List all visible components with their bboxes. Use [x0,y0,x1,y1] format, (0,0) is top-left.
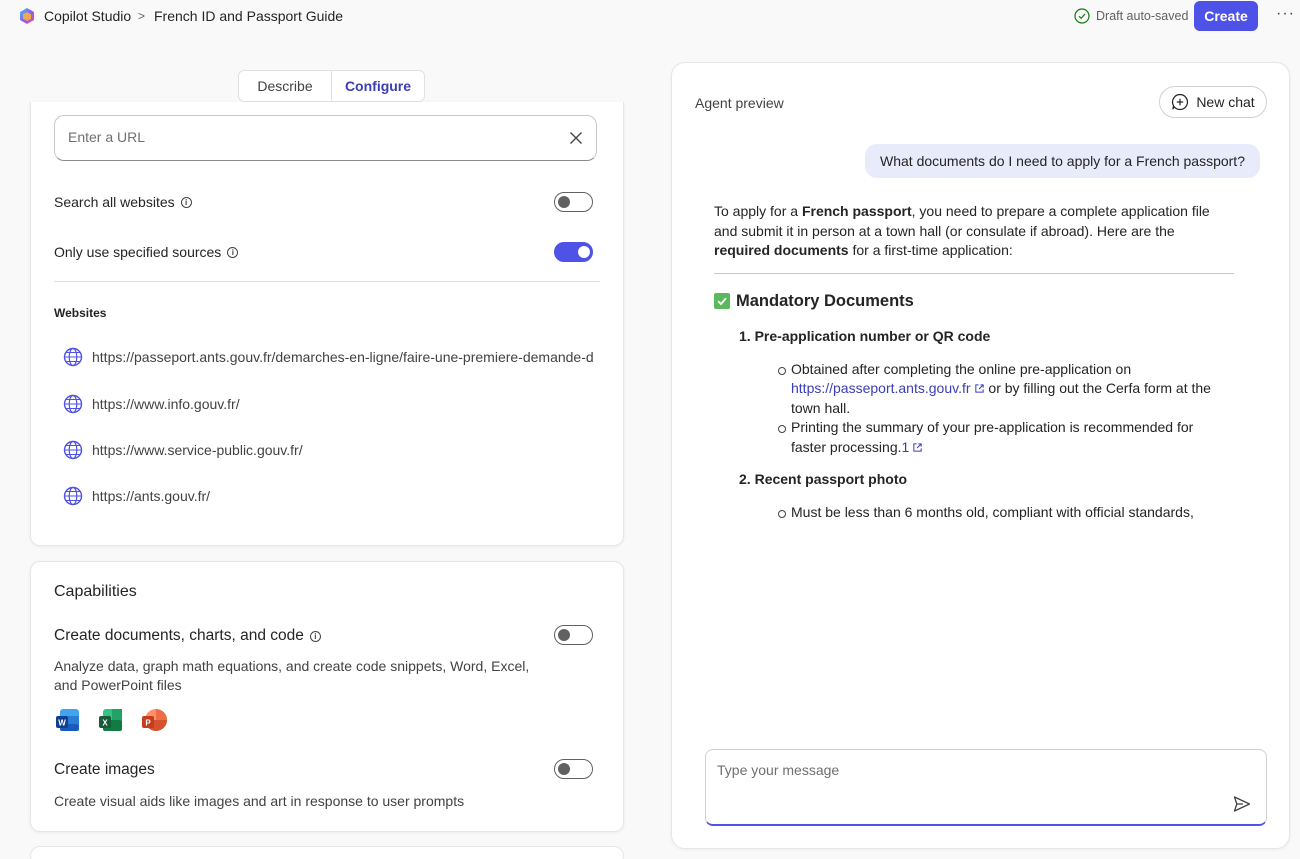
create-documents-label: Create documents, charts, and code [54,627,304,644]
copilot-studio-logo-icon[interactable] [18,7,36,25]
list-bullet: Obtained after completing the online pre… [778,360,1234,419]
excel-icon: X [99,709,122,731]
intro-text: for a first-time application: [848,242,1013,258]
user-message-bubble: What documents do I need to apply for a … [865,144,1260,178]
agent-preview-panel: Agent preview New chat What documents do… [671,62,1290,849]
website-item[interactable]: https://www.service-public.gouv.fr/ [63,440,593,460]
globe-icon [63,440,83,460]
intro-bold: French passport [801,203,912,219]
search-all-websites-label: Search all websites [54,194,175,210]
new-chat-button[interactable]: New chat [1159,86,1267,118]
create-documents-description: Analyze data, graph math equations, and … [54,658,530,693]
citation-link[interactable]: 1 [902,439,924,455]
tab-configure[interactable]: Configure [331,71,424,101]
save-status: Draft auto-saved [1074,8,1188,24]
app-name-link[interactable]: Copilot Studio [44,8,131,24]
website-item[interactable]: https://ants.gouv.fr/ [63,486,593,506]
breadcrumb-chevron-icon: > [138,9,146,23]
create-images-row: Create images [54,761,155,779]
list-bullet: Printing the summary of your pre-applica… [778,418,1234,457]
section-heading: Mandatory Documents [714,292,1234,312]
list-item: 2. Recent passport photo [739,470,1234,490]
url-input[interactable] [68,129,548,145]
website-item[interactable]: https://passeport.ants.gouv.fr/demarches… [63,347,593,367]
only-specified-sources-toggle[interactable] [554,242,593,262]
intro-text: To apply for a [714,203,802,219]
top-bar: Copilot Studio > French ID and Passport … [0,0,1300,34]
info-icon[interactable]: i [180,196,192,208]
globe-icon [63,347,83,367]
new-chat-label: New chat [1196,94,1255,110]
globe-icon [63,486,83,506]
info-icon[interactable]: i [309,630,321,642]
passport-ants-link[interactable]: https://passeport.ants.gouv.fr [791,380,985,396]
tab-describe[interactable]: Describe [239,71,331,101]
website-url: https://passeport.ants.gouv.fr/demarches… [92,349,593,365]
capabilities-card: Capabilities Create documents, charts, a… [30,561,624,832]
message-input[interactable] [717,762,1217,786]
bullet-text: Printing the summary of your pre-applica… [791,419,1194,455]
check-mark-icon [714,293,730,310]
section-title: Mandatory Documents [736,291,914,310]
websites-heading: Websites [54,306,107,320]
save-status-text: Draft auto-saved [1096,9,1189,23]
info-icon[interactable]: i [227,246,239,258]
list-bullet: Must be less than 6 months old, complian… [778,503,1234,523]
search-all-websites-toggle[interactable] [554,192,593,212]
link-text: https://passeport.ants.gouv.fr [791,380,971,396]
list-number: 2. [739,471,751,487]
create-documents-row: Create documents, charts, and code i [54,627,321,645]
globe-icon [63,394,83,414]
mode-tabs: Describe Configure [238,70,425,102]
intro-bold: required documents [714,242,849,258]
list-item: 1. Pre-application number or QR code [739,327,1234,347]
svg-text:P: P [145,719,151,728]
word-icon: W [56,709,79,731]
website-url: https://ants.gouv.fr/ [92,488,211,504]
svg-text:W: W [58,719,66,728]
create-button[interactable]: Create [1194,1,1258,31]
list-number: 1. [739,328,751,344]
create-images-label: Create images [54,761,155,778]
divider [714,272,1234,274]
citation-number: 1 [901,438,910,455]
list-item-title: Recent passport photo [754,471,908,487]
check-circle-icon [1074,8,1090,24]
list-item-title: Pre-application number or QR code [754,328,991,344]
only-specified-sources-label: Only use specified sources [54,244,222,260]
agent-preview-title: Agent preview [695,95,784,111]
external-link-icon [913,442,922,452]
website-item[interactable]: https://www.info.gouv.fr/ [63,394,593,414]
next-card-partial [30,846,624,859]
message-composer [705,749,1267,826]
only-specified-sources-row: Only use specified sources i [54,244,239,260]
website-url: https://www.service-public.gouv.fr/ [92,442,303,458]
search-all-websites-row: Search all websites i [54,194,192,210]
agent-response: To apply for a French passport, you need… [714,202,1234,522]
close-icon[interactable] [568,130,584,146]
divider [54,281,600,282]
powerpoint-icon: P [142,709,167,731]
bullet-text: Obtained after completing the online pre… [791,360,1132,377]
capabilities-title: Capabilities [54,583,137,600]
website-url: https://www.info.gouv.fr/ [92,396,240,412]
response-intro: To apply for a French passport, you need… [714,202,1234,261]
agent-name-breadcrumb[interactable]: French ID and Passport Guide [154,8,343,24]
external-link-icon [974,384,984,393]
knowledge-card: Search all websites i Only use specified… [30,102,624,546]
more-options-icon[interactable]: ··· [1276,5,1295,23]
create-documents-toggle[interactable] [554,625,593,645]
bullet-text: Must be less than 6 months old, complian… [791,503,1194,520]
create-images-description: Create visual aids like images and art i… [54,793,465,809]
svg-text:X: X [102,719,108,728]
send-icon[interactable] [1232,794,1252,814]
url-input-box [54,115,597,161]
new-chat-icon [1172,93,1189,111]
create-images-toggle[interactable] [554,759,593,779]
